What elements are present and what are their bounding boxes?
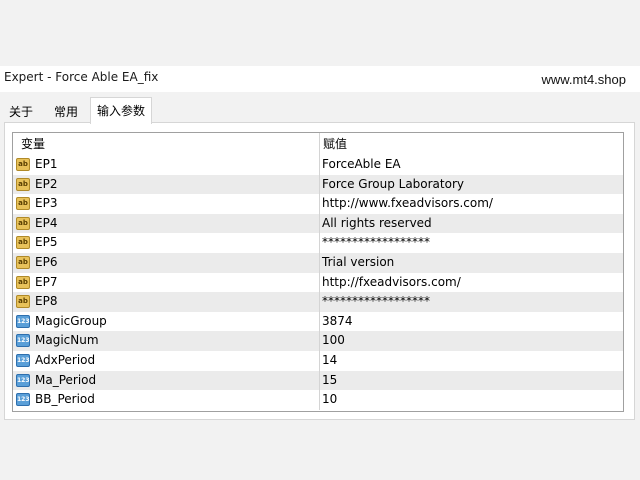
numeric-type-icon: 123: [16, 373, 30, 387]
parameter-value[interactable]: ForceAble EA: [322, 155, 401, 175]
column-divider: [319, 390, 320, 410]
parameter-name: EP5: [35, 235, 58, 250]
column-divider: [319, 233, 320, 253]
table-row[interactable]: 123 MagicGroup 3874: [13, 311, 623, 332]
string-type-icon: ab: [16, 295, 30, 309]
parameter-value[interactable]: 3874: [322, 312, 353, 332]
numeric-type-icon: 123: [16, 334, 30, 348]
parameter-value[interactable]: 100: [322, 331, 345, 351]
table-row[interactable]: 123 MagicNum 100: [13, 331, 623, 351]
numeric-type-icon: 123: [16, 314, 30, 328]
table-row[interactable]: ab EP2 Force Group Laboratory: [13, 174, 623, 195]
column-divider: [319, 351, 320, 371]
parameter-name: MagicNum: [35, 333, 99, 348]
parameter-name: EP2: [35, 176, 58, 191]
parameter-name: EP1: [35, 157, 58, 171]
string-type-icon: ab: [16, 216, 30, 230]
tab-common[interactable]: 常用: [48, 101, 84, 123]
table-row[interactable]: ab EP7 http://fxeadvisors.com/: [13, 272, 623, 293]
watermark-text: www.mt4.shop: [541, 72, 626, 87]
column-header-value[interactable]: 赋值: [323, 133, 347, 155]
parameter-value[interactable]: Trial version: [322, 253, 394, 273]
parameter-value[interactable]: All rights reserved: [322, 214, 432, 234]
parameter-value[interactable]: ******************: [322, 233, 430, 253]
table-row[interactable]: ab EP5 ******************: [13, 233, 623, 253]
parameter-name: EP8: [35, 294, 58, 309]
parameter-name: AdxPeriod: [35, 353, 96, 367]
table-row[interactable]: 123 AdxPeriod 14: [13, 351, 623, 371]
window-title: Expert - Force Able EA_fix: [4, 70, 159, 84]
parameter-name: EP3: [35, 196, 58, 211]
parameter-name: EP7: [35, 274, 58, 289]
column-divider: [319, 370, 320, 391]
table-row[interactable]: ab EP8 ******************: [13, 292, 623, 312]
numeric-type-icon: 123: [16, 393, 30, 407]
table-row[interactable]: 123 BB_Period 10: [13, 390, 623, 410]
parameter-name: BB_Period: [35, 392, 95, 407]
parameters-grid[interactable]: 变量 赋值 ab EP1 ForceAble EA ab EP2 Force Group …: [12, 132, 624, 412]
table-row[interactable]: ab EP4 All rights reserved: [13, 213, 623, 234]
table-row[interactable]: 123 Ma_Period 15: [13, 370, 623, 391]
parameter-name: EP6: [35, 255, 58, 269]
parameter-value[interactable]: http://fxeadvisors.com/: [322, 273, 461, 293]
parameter-name: MagicGroup: [35, 313, 107, 328]
column-divider: [319, 174, 320, 195]
parameter-value[interactable]: 10: [322, 390, 337, 410]
column-divider: [319, 194, 320, 214]
string-type-icon: ab: [16, 197, 30, 211]
parameter-name: EP4: [35, 215, 58, 230]
tab-about[interactable]: 关于: [3, 101, 39, 123]
table-row[interactable]: ab EP1 ForceAble EA: [13, 155, 623, 175]
string-type-icon: ab: [16, 236, 30, 250]
tab-inputs[interactable]: 输入参数: [90, 97, 153, 124]
string-type-icon: ab: [16, 177, 30, 191]
parameter-value[interactable]: 14: [322, 351, 337, 371]
column-divider: [319, 155, 320, 175]
column-divider: [319, 272, 320, 293]
column-divider: [319, 292, 320, 312]
grid-header: 变量 赋值: [13, 133, 623, 156]
parameter-value[interactable]: ******************: [322, 292, 430, 312]
column-divider: [319, 331, 320, 351]
header-divider: [319, 133, 320, 155]
string-type-icon: ab: [16, 158, 30, 171]
column-divider: [319, 253, 320, 273]
string-type-icon: ab: [16, 256, 30, 269]
column-divider: [319, 213, 320, 234]
string-type-icon: ab: [16, 275, 30, 289]
column-divider: [319, 311, 320, 332]
parameter-value[interactable]: 15: [322, 371, 337, 391]
table-row[interactable]: ab EP6 Trial version: [13, 253, 623, 273]
column-header-variable[interactable]: 变量: [21, 133, 45, 155]
numeric-type-icon: 123: [16, 354, 30, 367]
table-row[interactable]: ab EP3 http://www.fxeadvisors.com/: [13, 194, 623, 214]
parameter-value[interactable]: Force Group Laboratory: [322, 175, 464, 195]
parameter-value[interactable]: http://www.fxeadvisors.com/: [322, 194, 493, 214]
parameter-name: Ma_Period: [35, 372, 97, 387]
